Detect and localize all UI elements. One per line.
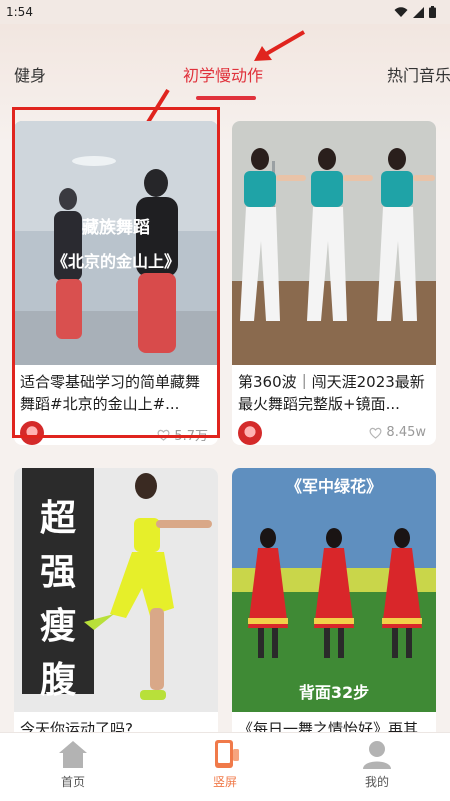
video-card[interactable]: 超 强 瘦 腹 今天你运动了吗?: [14, 468, 218, 732]
likes-count: 8.45w: [369, 425, 426, 440]
tab-hot-music[interactable]: 热门音乐: [387, 62, 450, 86]
video-title: 今天你运动了吗?: [20, 720, 133, 732]
tab-fitness[interactable]: 健身: [14, 62, 46, 86]
tab-active-indicator: [196, 96, 256, 100]
video-thumbnail: 超 强 瘦 腹: [14, 468, 218, 712]
video-card[interactable]: 《军中绿花》 背面32步 《每日一舞之情怡好》再其: [232, 468, 436, 732]
status-icons: [394, 6, 436, 18]
video-thumbnail: 《军中绿花》 背面32步: [232, 468, 436, 712]
annotation-highlight-box: [12, 107, 220, 438]
category-tabs: 健身 初学慢动作 热门音乐: [0, 52, 450, 96]
likes-value: 8.45w: [386, 425, 426, 440]
phone-vertical-icon: [215, 740, 239, 768]
thumbnail-char-4: 腹: [40, 660, 77, 701]
thumbnail-bottom-caption: 背面32步: [299, 683, 369, 702]
nav-home[interactable]: 首页: [33, 739, 113, 790]
status-time: 1:54: [6, 5, 33, 19]
thumbnail-char-2: 强: [40, 552, 76, 593]
signal-icon: [413, 6, 424, 18]
avatar: [238, 421, 262, 445]
annotation-arrow-tab: [254, 30, 306, 61]
thumbnail-char-1: 超: [40, 498, 77, 539]
nav-vertical-label: 竖屏: [212, 775, 237, 789]
heart-icon: [369, 427, 382, 439]
status-bar: 1:54: [0, 0, 450, 24]
wifi-icon: [394, 6, 408, 17]
thumbnail-top-caption: 《军中绿花》: [286, 477, 382, 496]
nav-mine[interactable]: 我的: [337, 739, 417, 790]
video-card[interactable]: 第360波｜闯天涯2023最新最火舞蹈完整版+镜面... 8.45w: [232, 121, 436, 445]
video-thumbnail: [232, 121, 436, 365]
person-icon: [363, 741, 391, 769]
battery-icon: [429, 6, 436, 18]
thumbnail-char-3: 瘦: [40, 606, 76, 647]
home-icon: [59, 741, 87, 768]
video-title: 《每日一舞之情怡好》再其: [238, 720, 419, 732]
bottom-nav: 首页 竖屏 我的: [0, 732, 450, 801]
nav-mine-label: 我的: [364, 775, 389, 789]
nav-home-label: 首页: [60, 775, 85, 789]
nav-vertical[interactable]: 竖屏: [185, 739, 265, 790]
video-title: 第360波｜闯天涯2023最新最火舞蹈完整版+镜面...: [238, 373, 425, 413]
